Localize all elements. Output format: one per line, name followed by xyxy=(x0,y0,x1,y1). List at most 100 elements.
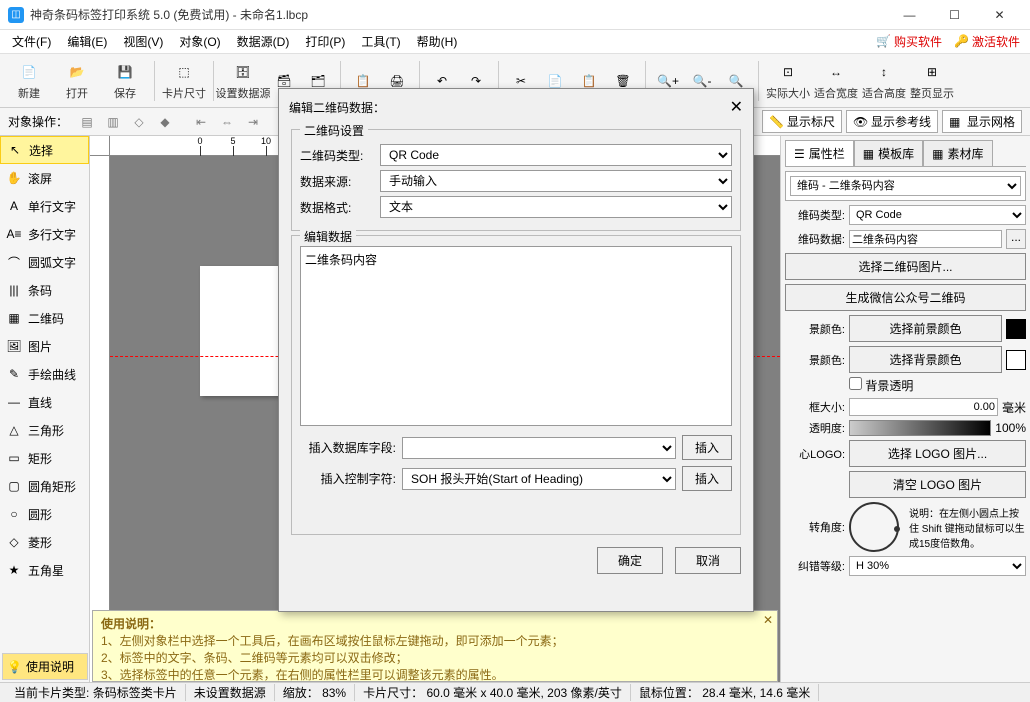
tab-assets[interactable]: ▦素材库 xyxy=(923,140,992,166)
tool-矩形[interactable]: ▭矩形 xyxy=(0,444,89,472)
tool-滚屏[interactable]: ✋滚屏 xyxy=(0,164,89,192)
tool-二维码[interactable]: ▦二维码 xyxy=(0,304,89,332)
angle-dial[interactable] xyxy=(849,502,899,552)
bg-label: 景颜色: xyxy=(785,352,845,368)
qr-type-select[interactable]: QR Code xyxy=(380,144,732,166)
dialog-close-icon[interactable]: ✕ xyxy=(730,97,743,117)
status-cardtype: 当前卡片类型: 条码标签类卡片 xyxy=(6,684,186,701)
toolbar-btn-2[interactable]: 💾保存 xyxy=(102,56,148,106)
layer-up-icon[interactable]: ◇ xyxy=(128,111,150,133)
menu-view[interactable]: 视图(V) xyxy=(115,31,171,52)
tool-条码[interactable]: |||条码 xyxy=(0,276,89,304)
menu-tools[interactable]: 工具(T) xyxy=(353,31,408,52)
key-icon: 🔑 xyxy=(954,34,970,50)
tool-palette: ↖选择✋滚屏A单行文字A≡多行文字⌒圆弧文字|||条码▦二维码🖼图片✎手绘曲线—… xyxy=(0,136,90,682)
dialog-titlebar: 编辑二维码数据： ✕ xyxy=(279,89,753,125)
tab-properties[interactable]: ☰属性栏 xyxy=(785,140,854,166)
activate-link[interactable]: 🔑激活软件 xyxy=(948,31,1026,52)
qr-settings-legend: 二维码设置 xyxy=(300,122,368,139)
tool-图片[interactable]: 🖼图片 xyxy=(0,332,89,360)
tool-icon: △ xyxy=(6,422,22,438)
toolbar-icon: 📄 xyxy=(18,61,40,83)
toggle-guide[interactable]: 👁显示参考线 xyxy=(846,110,938,133)
ruler-icon: 📏 xyxy=(769,115,783,129)
layer-front-icon[interactable]: ▤ xyxy=(76,111,98,133)
codetype-select[interactable]: QR Code xyxy=(849,205,1026,225)
minimize-button[interactable]: — xyxy=(887,0,932,30)
buy-link[interactable]: 🛒购买软件 xyxy=(870,31,948,52)
menu-print[interactable]: 打印(P) xyxy=(297,31,353,52)
edit-data-legend: 编辑数据 xyxy=(300,228,356,245)
codedata-input[interactable] xyxy=(849,230,1002,248)
tool-菱形[interactable]: ◇菱形 xyxy=(0,528,89,556)
qr-data-textarea[interactable]: 二维条码内容 xyxy=(300,246,732,426)
cancel-button[interactable]: 取消 xyxy=(675,547,741,574)
insert-ctrlchar-button[interactable]: 插入 xyxy=(682,466,732,491)
usage-button[interactable]: 💡使用说明 xyxy=(2,653,88,680)
qr-settings-group: 二维码设置 二维码类型:QR Code 数据来源:手动输入 数据格式:文本 xyxy=(291,129,741,231)
select-logo-button[interactable]: 选择 LOGO 图片... xyxy=(849,440,1026,467)
opacity-slider[interactable] xyxy=(849,420,991,436)
tool-手绘曲线[interactable]: ✎手绘曲线 xyxy=(0,360,89,388)
menu-edit[interactable]: 编辑(E) xyxy=(59,31,115,52)
toolbar-btn-1[interactable]: 📂打开 xyxy=(54,56,100,106)
tool-圆角矩形[interactable]: ▢圆角矩形 xyxy=(0,472,89,500)
help-close-icon[interactable]: ✕ xyxy=(763,613,773,627)
codedata-more[interactable]: ... xyxy=(1006,229,1026,249)
toolbar-btn-6[interactable]: 🗄设置数据源 xyxy=(220,56,266,106)
select-qr-image-button[interactable]: 选择二维码图片... xyxy=(785,253,1026,280)
tool-五角星[interactable]: ★五角星 xyxy=(0,556,89,584)
gen-wechat-qr-button[interactable]: 生成微信公众号二维码 xyxy=(785,284,1026,311)
tool-icon: ↖ xyxy=(7,142,23,158)
menu-datasource[interactable]: 数据源(D) xyxy=(229,31,298,52)
ok-button[interactable]: 确定 xyxy=(597,547,663,574)
tab-templates[interactable]: ▦模板库 xyxy=(854,140,923,166)
tool-圆形[interactable]: ○圆形 xyxy=(0,500,89,528)
tool-圆弧文字[interactable]: ⌒圆弧文字 xyxy=(0,248,89,276)
menu-file[interactable]: 文件(F) xyxy=(4,31,59,52)
insert-dbfield-button[interactable]: 插入 xyxy=(682,435,732,460)
ec-select[interactable]: H 30% xyxy=(849,556,1026,576)
toolbar-btn-27[interactable]: ↕适合高度 xyxy=(861,56,907,106)
section-select[interactable]: 维码 - 二维条码内容 xyxy=(790,176,1021,196)
close-button[interactable]: ✕ xyxy=(977,0,1022,30)
maximize-button[interactable]: ☐ xyxy=(932,0,977,30)
tool-直线[interactable]: —直线 xyxy=(0,388,89,416)
tool-三角形[interactable]: △三角形 xyxy=(0,416,89,444)
codetype-label: 维码类型: xyxy=(785,207,845,223)
align-right-icon[interactable]: ⇥ xyxy=(242,111,264,133)
toolbar-btn-26[interactable]: ↔适合宽度 xyxy=(813,56,859,106)
tool-单行文字[interactable]: A单行文字 xyxy=(0,192,89,220)
tool-icon: — xyxy=(6,394,22,410)
data-source-select[interactable]: 手动输入 xyxy=(380,170,732,192)
clear-logo-button[interactable]: 清空 LOGO 图片 xyxy=(849,471,1026,498)
menu-object[interactable]: 对象(O) xyxy=(171,31,228,52)
help-box: 使用说明： 1、左侧对象栏中选择一个工具后，在画布区域按住鼠标左键拖动，即可添加… xyxy=(92,610,778,682)
db-field-select[interactable] xyxy=(402,437,676,459)
layer-down-icon[interactable]: ◆ xyxy=(154,111,176,133)
toolbar-btn-0[interactable]: 📄新建 xyxy=(6,56,52,106)
toolbar-btn-25[interactable]: ⊡实际大小 xyxy=(765,56,811,106)
data-source-label: 数据来源: xyxy=(300,173,380,190)
bg-color-button[interactable]: 选择背景颜色 xyxy=(849,346,1002,373)
tool-选择[interactable]: ↖选择 xyxy=(0,136,89,164)
toolbar-icon: ⬚ xyxy=(173,61,195,83)
props-tabs: ☰属性栏 ▦模板库 ▦素材库 xyxy=(785,140,1026,167)
toggle-ruler[interactable]: 📏显示标尺 xyxy=(762,110,842,133)
tool-多行文字[interactable]: A≡多行文字 xyxy=(0,220,89,248)
toggle-grid[interactable]: ▦显示网格 xyxy=(942,110,1022,133)
layer-back-icon[interactable]: ▥ xyxy=(102,111,124,133)
border-input[interactable] xyxy=(849,398,998,416)
tool-icon: ||| xyxy=(6,282,22,298)
toolbar-btn-4[interactable]: ⬚卡片尺寸 xyxy=(161,56,207,106)
ctrl-char-select[interactable]: SOH 报头开始(Start of Heading) xyxy=(402,468,676,490)
toolbar-btn-28[interactable]: ⊞整页显示 xyxy=(909,56,955,106)
align-center-icon[interactable]: ⇔ xyxy=(216,111,238,133)
toolbar-icon: ⊡ xyxy=(777,61,799,83)
align-left-icon[interactable]: ⇤ xyxy=(190,111,212,133)
data-format-select[interactable]: 文本 xyxy=(380,196,732,218)
fg-color-button[interactable]: 选择前景颜色 xyxy=(849,315,1002,342)
bg-transparent-check[interactable]: 背景透明 xyxy=(849,377,913,394)
menu-help[interactable]: 帮助(H) xyxy=(409,31,466,52)
tool-icon: ★ xyxy=(6,562,22,578)
